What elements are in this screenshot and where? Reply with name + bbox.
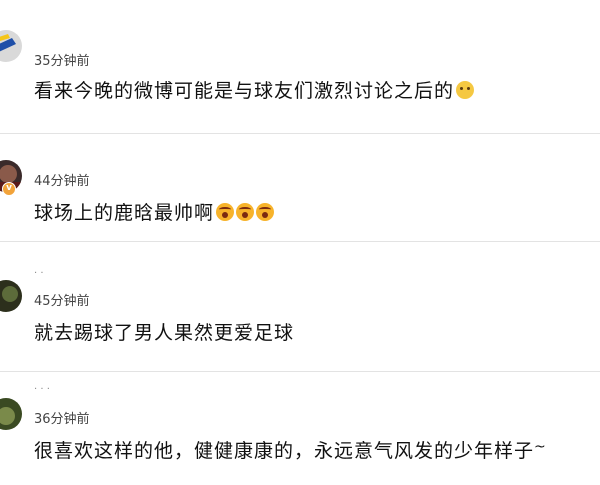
comment-item: · · · 36分钟前 很喜欢这样的他，健健康康的，永远意气风发的少年样子~: [0, 372, 600, 485]
doge-emoji-icon: [456, 81, 475, 99]
comment-text: 就去踢球了男人果然更爱足球: [34, 318, 294, 345]
comment-text: 球场上的鹿晗最帅啊: [34, 198, 275, 225]
comment-text-body: 看来今晚的微博可能是与球友们激烈讨论之后的: [34, 80, 455, 102]
avatar-image-icon: [0, 280, 22, 312]
avatar[interactable]: [0, 280, 22, 312]
comment-item: 35分钟前 看来今晚的微博可能是与球友们激烈讨论之后的: [0, 0, 600, 134]
comment-feed: 35分钟前 看来今晚的微博可能是与球友们激烈讨论之后的 v 44分钟前 球场上的…: [0, 0, 600, 485]
comment-time: 36分钟前: [34, 412, 90, 427]
comment-item: v 44分钟前 球场上的鹿晗最帅啊: [0, 134, 600, 242]
comment-text: 很喜欢这样的他，健健康康的，永远意气风发的少年样子~: [34, 436, 547, 463]
avatar[interactable]: [0, 30, 22, 62]
fear-emoji-icon: [256, 203, 275, 221]
comment-time: 35分钟前: [34, 54, 90, 69]
cropped-username: · · ·: [34, 384, 50, 395]
comment-text-body: 很喜欢这样的他，健健康康的，永远意气风发的少年样子: [34, 440, 535, 462]
verified-badge-icon: v: [2, 182, 16, 196]
comment-text-body: 球场上的鹿晗最帅啊: [34, 202, 215, 224]
avatar-image-icon: [0, 398, 22, 430]
comment-time: 45分钟前: [34, 294, 90, 309]
fear-emoji-icon: [216, 203, 235, 221]
comment-text: 看来今晚的微博可能是与球友们激烈讨论之后的: [34, 76, 475, 103]
comment-time: 44分钟前: [34, 174, 90, 189]
avatar-image-icon: [0, 30, 22, 62]
cropped-username: · ·: [34, 268, 44, 279]
comment-text-body: 就去踢球了男人果然更爱足球: [34, 322, 295, 344]
fear-emoji-icon: [236, 203, 255, 221]
comment-item: · · 45分钟前 就去踢球了男人果然更爱足球: [0, 242, 600, 372]
comment-suffix: ~: [534, 439, 547, 455]
avatar[interactable]: [0, 398, 22, 430]
